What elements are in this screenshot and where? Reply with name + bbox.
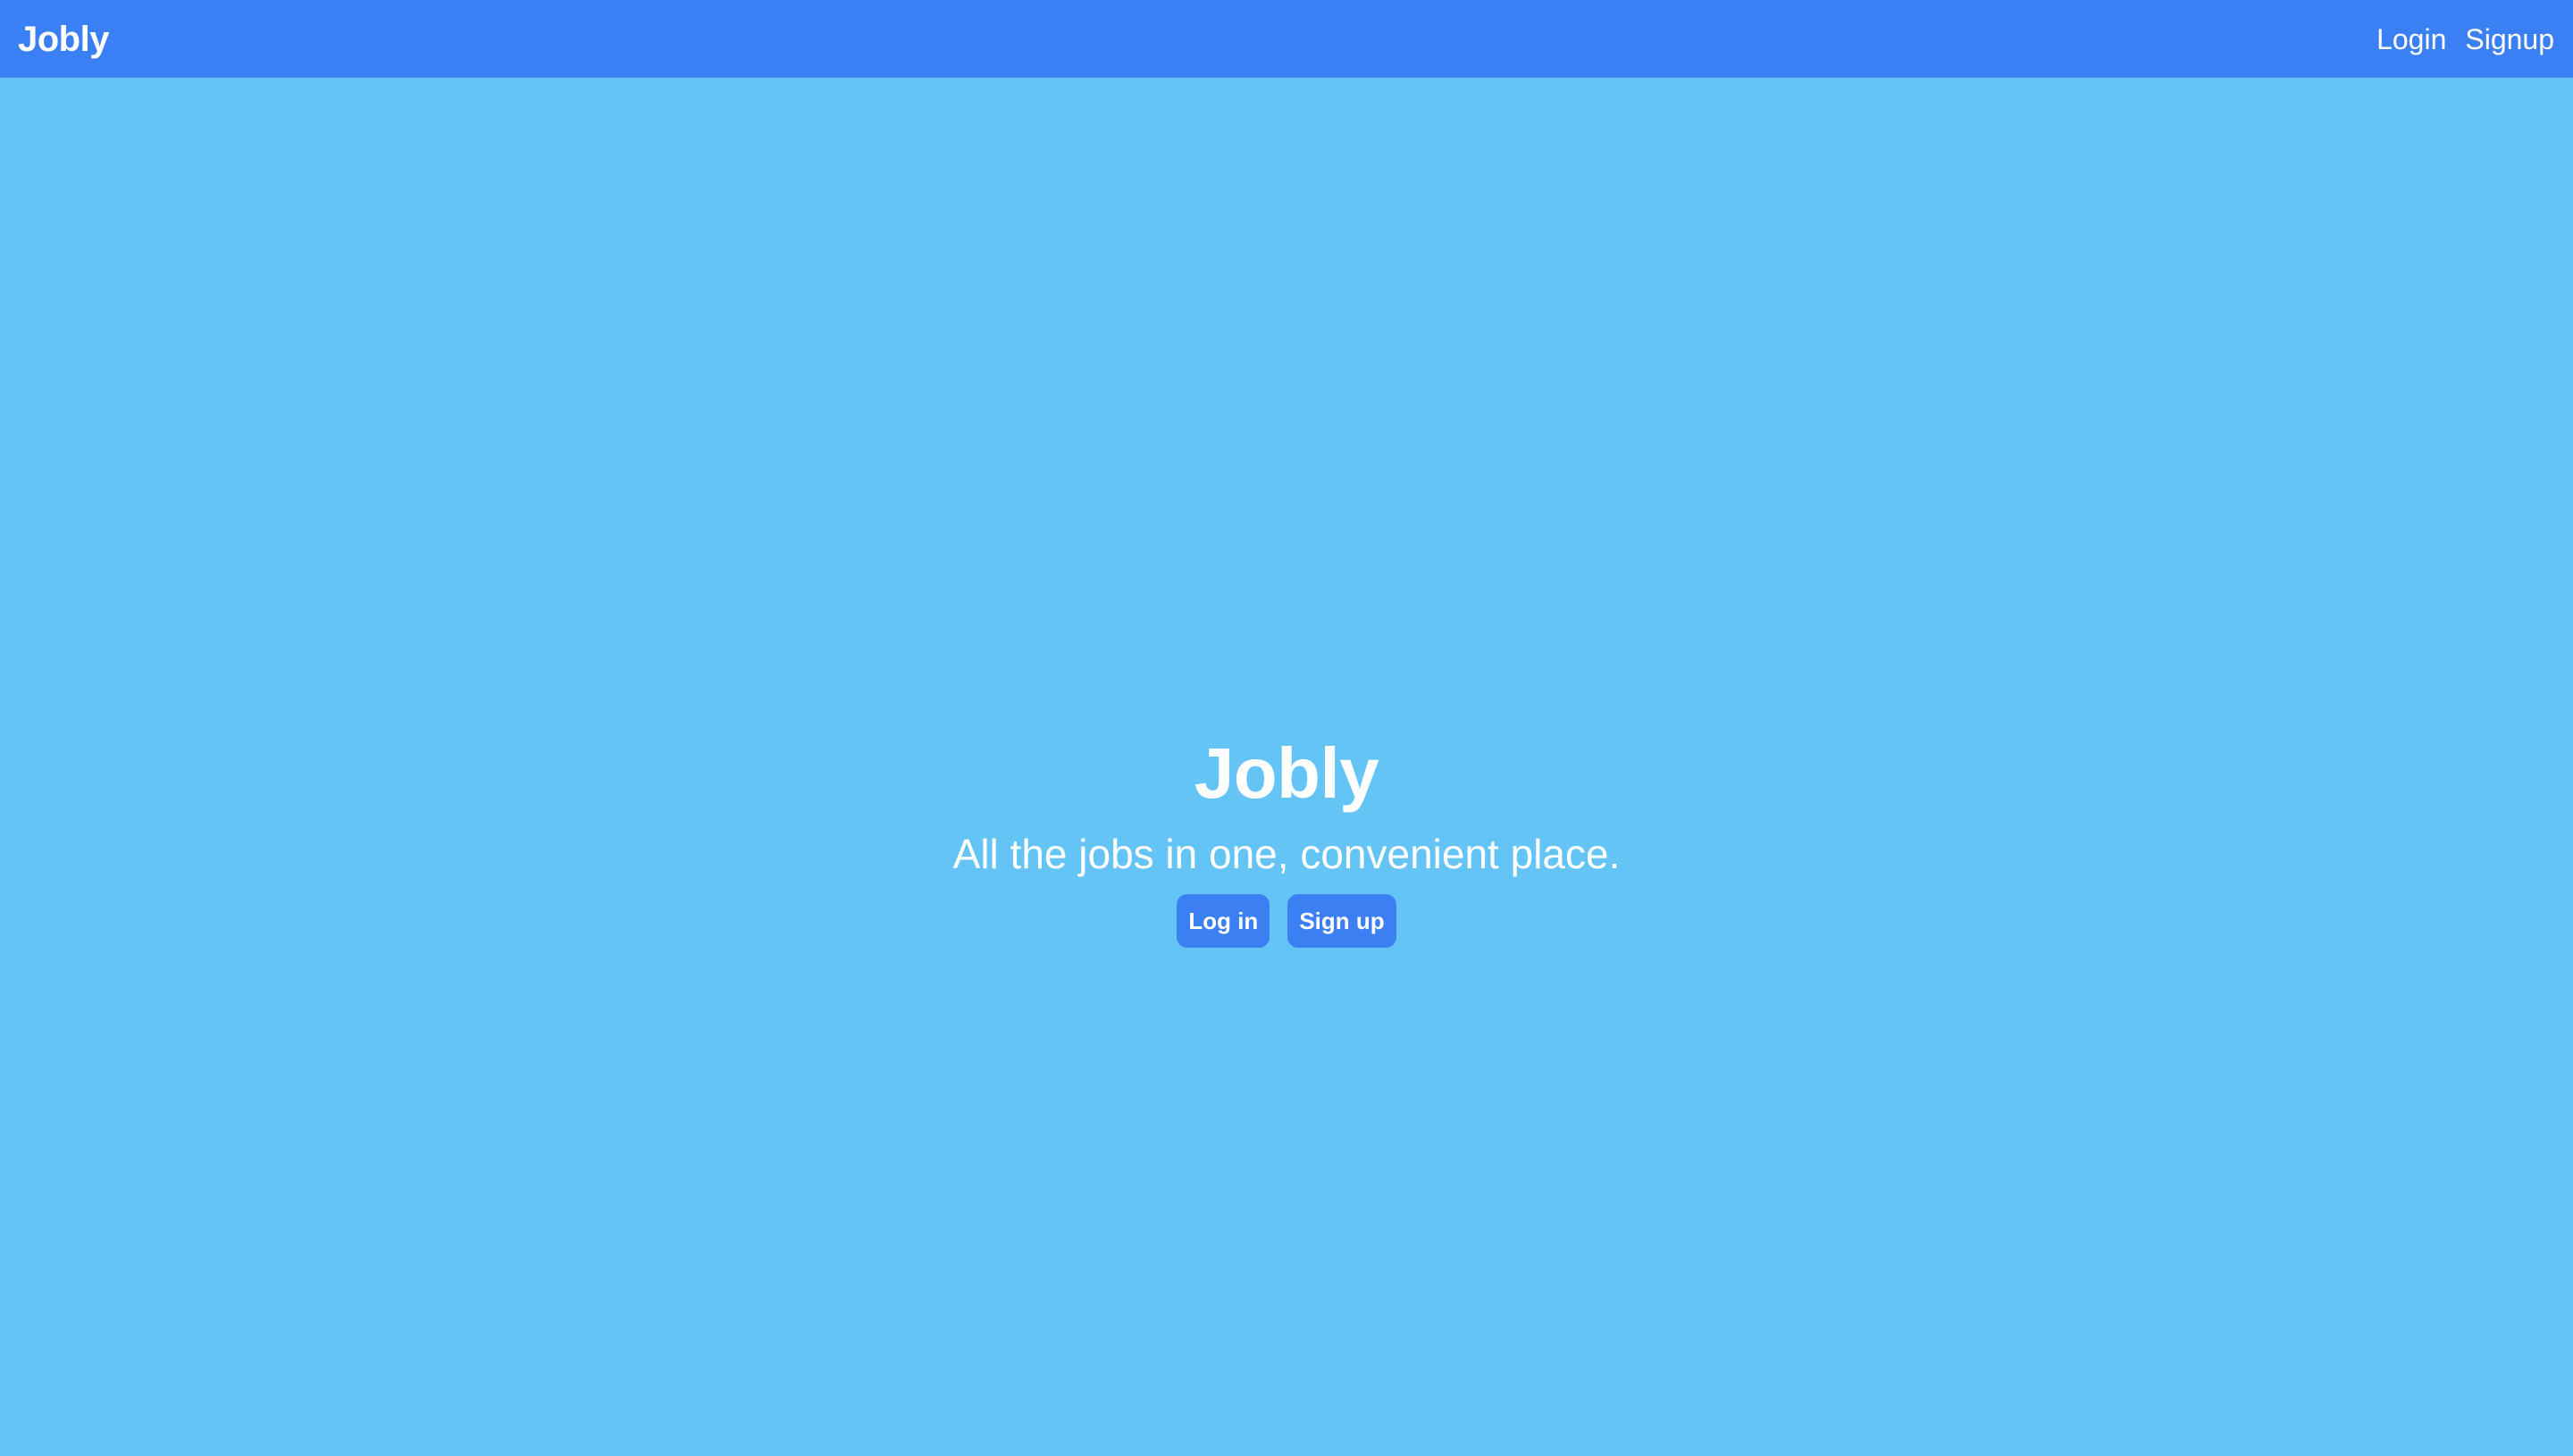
navbar: Jobly Login Signup [0, 0, 2573, 78]
login-button[interactable]: Log in [1177, 894, 1270, 948]
nav-login-link[interactable]: Login [2376, 25, 2446, 54]
nav-signup-link[interactable]: Signup [2465, 25, 2554, 54]
signup-button[interactable]: Sign up [1287, 894, 1396, 948]
hero-buttons: Log in Sign up [1177, 894, 1396, 948]
nav-links: Login Signup [2376, 25, 2554, 54]
hero-tagline: All the jobs in one, convenient place. [952, 831, 1621, 877]
brand-logo-link[interactable]: Jobly [18, 21, 109, 57]
hero-section: Jobly All the jobs in one, convenient pl… [0, 738, 2573, 948]
hero-title: Jobly [1194, 733, 1379, 813]
